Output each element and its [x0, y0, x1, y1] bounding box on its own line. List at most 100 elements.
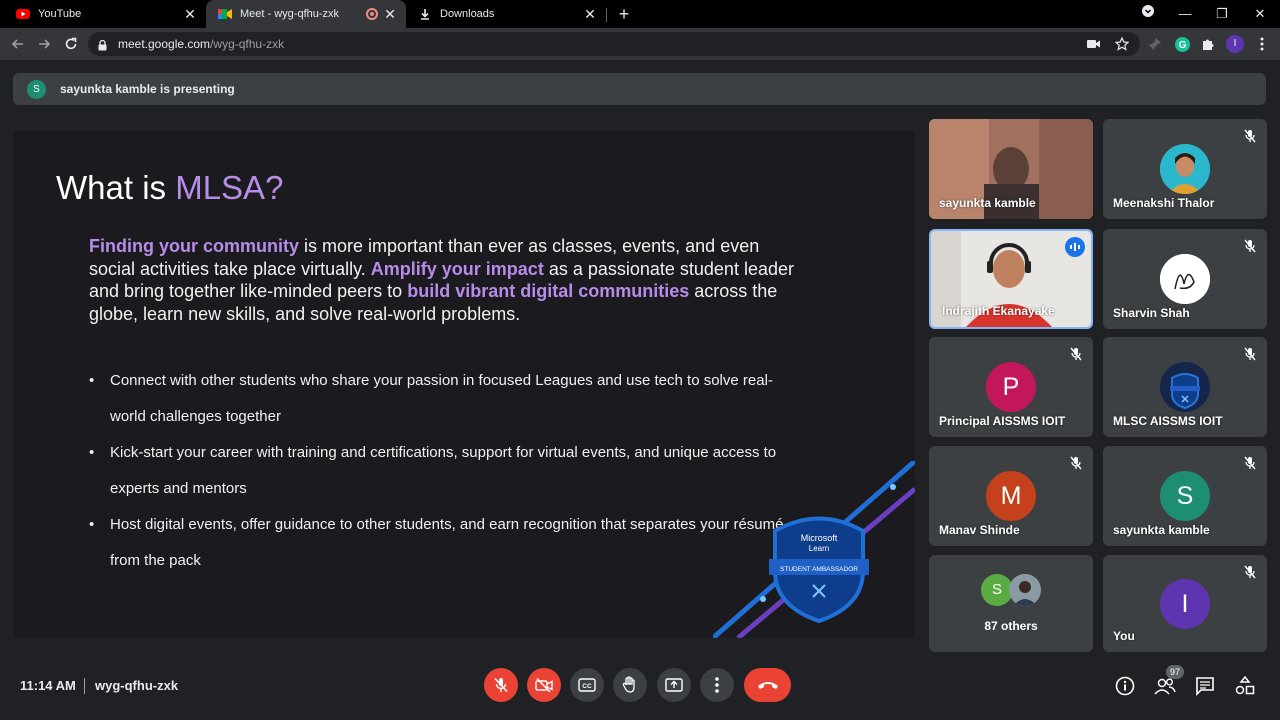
others-tile[interactable]: S 87 others [929, 555, 1093, 652]
badge-ribbon: STUDENT AMBASSADOR [780, 566, 858, 573]
more-options-button[interactable] [700, 668, 734, 702]
participant-tile[interactable]: Sharvin Shah [1103, 229, 1267, 329]
url-text: meet.google.com/wyg-qfhu-zxk [118, 37, 284, 51]
tab-title: YouTube [38, 8, 82, 20]
close-icon[interactable]: ✕ [582, 6, 598, 22]
meeting-time: 11:14 AM [20, 678, 76, 693]
captions-icon: CC [578, 678, 596, 692]
extensions-puzzle-icon[interactable] [1198, 34, 1218, 54]
minimize-button[interactable]: — [1175, 4, 1195, 24]
participant-name: sayunkta kamble [939, 196, 1036, 210]
badge-line2: Learn [809, 544, 829, 553]
present-screen-button[interactable] [657, 668, 691, 702]
avatar: P [986, 362, 1036, 412]
more-vert-icon [715, 677, 719, 693]
participant-name: Sharvin Shah [1113, 306, 1190, 320]
chat-icon [1196, 677, 1214, 696]
address-bar[interactable]: meet.google.com/wyg-qfhu-zxk [88, 32, 1140, 56]
profile-initial: I [1226, 35, 1244, 53]
phone-hangup-icon [757, 682, 778, 689]
maximize-button[interactable]: ❐ [1212, 4, 1232, 24]
tab-youtube[interactable]: YouTube ✕ [4, 0, 206, 28]
avatar: I [1160, 579, 1210, 629]
divider [84, 678, 85, 694]
para-highlight: Finding your community [89, 236, 299, 256]
chat-button[interactable] [1194, 675, 1216, 697]
mic-off-icon [1244, 129, 1256, 143]
activities-button[interactable] [1234, 675, 1256, 697]
slide-bullet: Host digital events, offer guidance to o… [89, 507, 801, 579]
avatar [1160, 362, 1210, 412]
youtube-icon [16, 7, 30, 21]
avatar: S [27, 80, 46, 99]
participant-name: Indrajith Ekanayake [942, 304, 1055, 318]
close-icon[interactable]: ✕ [182, 6, 198, 22]
presenting-text: sayunkta kamble is presenting [60, 82, 235, 96]
svg-text:G: G [1178, 40, 1186, 51]
lock-icon[interactable] [98, 38, 107, 56]
back-button[interactable] [8, 34, 28, 54]
captions-button[interactable]: CC [570, 668, 604, 702]
reload-button[interactable] [61, 34, 81, 54]
forward-button[interactable] [34, 34, 54, 54]
para-highlight: Amplify your impact [370, 258, 544, 279]
participant-tile[interactable]: MLSC AISSMS IOIT [1103, 337, 1267, 437]
participant-tile[interactable]: P Principal AISSMS IOIT [929, 337, 1093, 437]
grammarly-icon[interactable]: G [1172, 34, 1192, 54]
camera-in-use-icon[interactable] [1084, 34, 1104, 54]
participant-name: You [1113, 629, 1135, 643]
badge-line1: Microsoft [801, 533, 838, 543]
extension-pin-icon[interactable] [1145, 34, 1165, 54]
browser-toolbar: meet.google.com/wyg-qfhu-zxk G I [0, 28, 1280, 60]
meeting-control-bar: 11:14 AM wyg-qfhu-zxk CC [0, 660, 1280, 720]
meet-icon [218, 7, 232, 21]
participant-tile[interactable]: S sayunkta kamble [1103, 446, 1267, 546]
tab-strip: YouTube ✕ Meet - wyg-qfhu-zxk ✕ Download… [0, 0, 1280, 28]
para-highlight: build vibrant digital communities [407, 281, 690, 301]
slide-title-highlight: MLSA? [175, 169, 284, 206]
svg-text:CC: CC [582, 683, 592, 690]
mic-off-icon [1070, 456, 1082, 470]
mlsa-badge-graphic: Microsoft Learn STUDENT AMBASSADOR [713, 461, 915, 638]
url-path: /wyg-qfhu-zxk [210, 37, 285, 51]
participant-tile[interactable]: sayunkta kamble [929, 119, 1093, 219]
participant-name: Manav Shinde [939, 523, 1020, 537]
mic-toggle-button[interactable] [484, 668, 518, 702]
speaking-indicator-icon [1065, 237, 1085, 257]
tab-downloads[interactable]: Downloads ✕ [406, 0, 606, 28]
avatar: M [986, 471, 1036, 521]
close-icon[interactable]: ✕ [382, 6, 398, 22]
participant-tile[interactable]: M Manav Shinde [929, 446, 1093, 546]
slide-bullet-list: Connect with other students who share yo… [89, 363, 801, 579]
window-close-button[interactable]: ✕ [1250, 4, 1270, 24]
mic-off-icon [494, 677, 508, 693]
meeting-code: wyg-qfhu-zxk [95, 678, 179, 693]
new-tab-button[interactable]: + [614, 4, 634, 24]
mic-off-icon [1070, 347, 1082, 361]
self-tile[interactable]: I You [1103, 555, 1267, 652]
participant-name: Principal AISSMS IOIT [939, 414, 1066, 428]
participant-tile-active-speaker[interactable]: Indrajith Ekanayake [929, 229, 1093, 329]
avatar [1160, 254, 1210, 304]
participant-count-badge: 97 [1166, 665, 1184, 679]
recording-indicator-icon [366, 8, 378, 20]
profile-avatar[interactable]: I [1225, 34, 1245, 54]
bookmark-star-icon[interactable] [1112, 34, 1132, 54]
participant-tile[interactable]: Meenakshi Thalor [1103, 119, 1267, 219]
camera-off-icon [535, 677, 553, 693]
presenting-banner: S sayunkta kamble is presenting [13, 73, 1266, 105]
raise-hand-button[interactable] [613, 668, 647, 702]
tab-divider [606, 8, 607, 22]
download-icon [418, 7, 432, 21]
participant-name: MLSC AISSMS IOIT [1113, 414, 1223, 428]
leave-call-button[interactable] [744, 668, 791, 702]
participant-name: Meenakshi Thalor [1113, 196, 1215, 210]
browser-menu-icon[interactable] [1252, 34, 1272, 54]
participant-name: sayunkta kamble [1113, 523, 1210, 537]
tab-search-button[interactable] [1138, 4, 1158, 24]
meeting-details-button[interactable] [1114, 675, 1136, 697]
mic-off-icon [1244, 347, 1256, 361]
camera-toggle-button[interactable] [527, 668, 561, 702]
avatar [1160, 144, 1210, 194]
tab-meet[interactable]: Meet - wyg-qfhu-zxk ✕ [206, 0, 406, 28]
